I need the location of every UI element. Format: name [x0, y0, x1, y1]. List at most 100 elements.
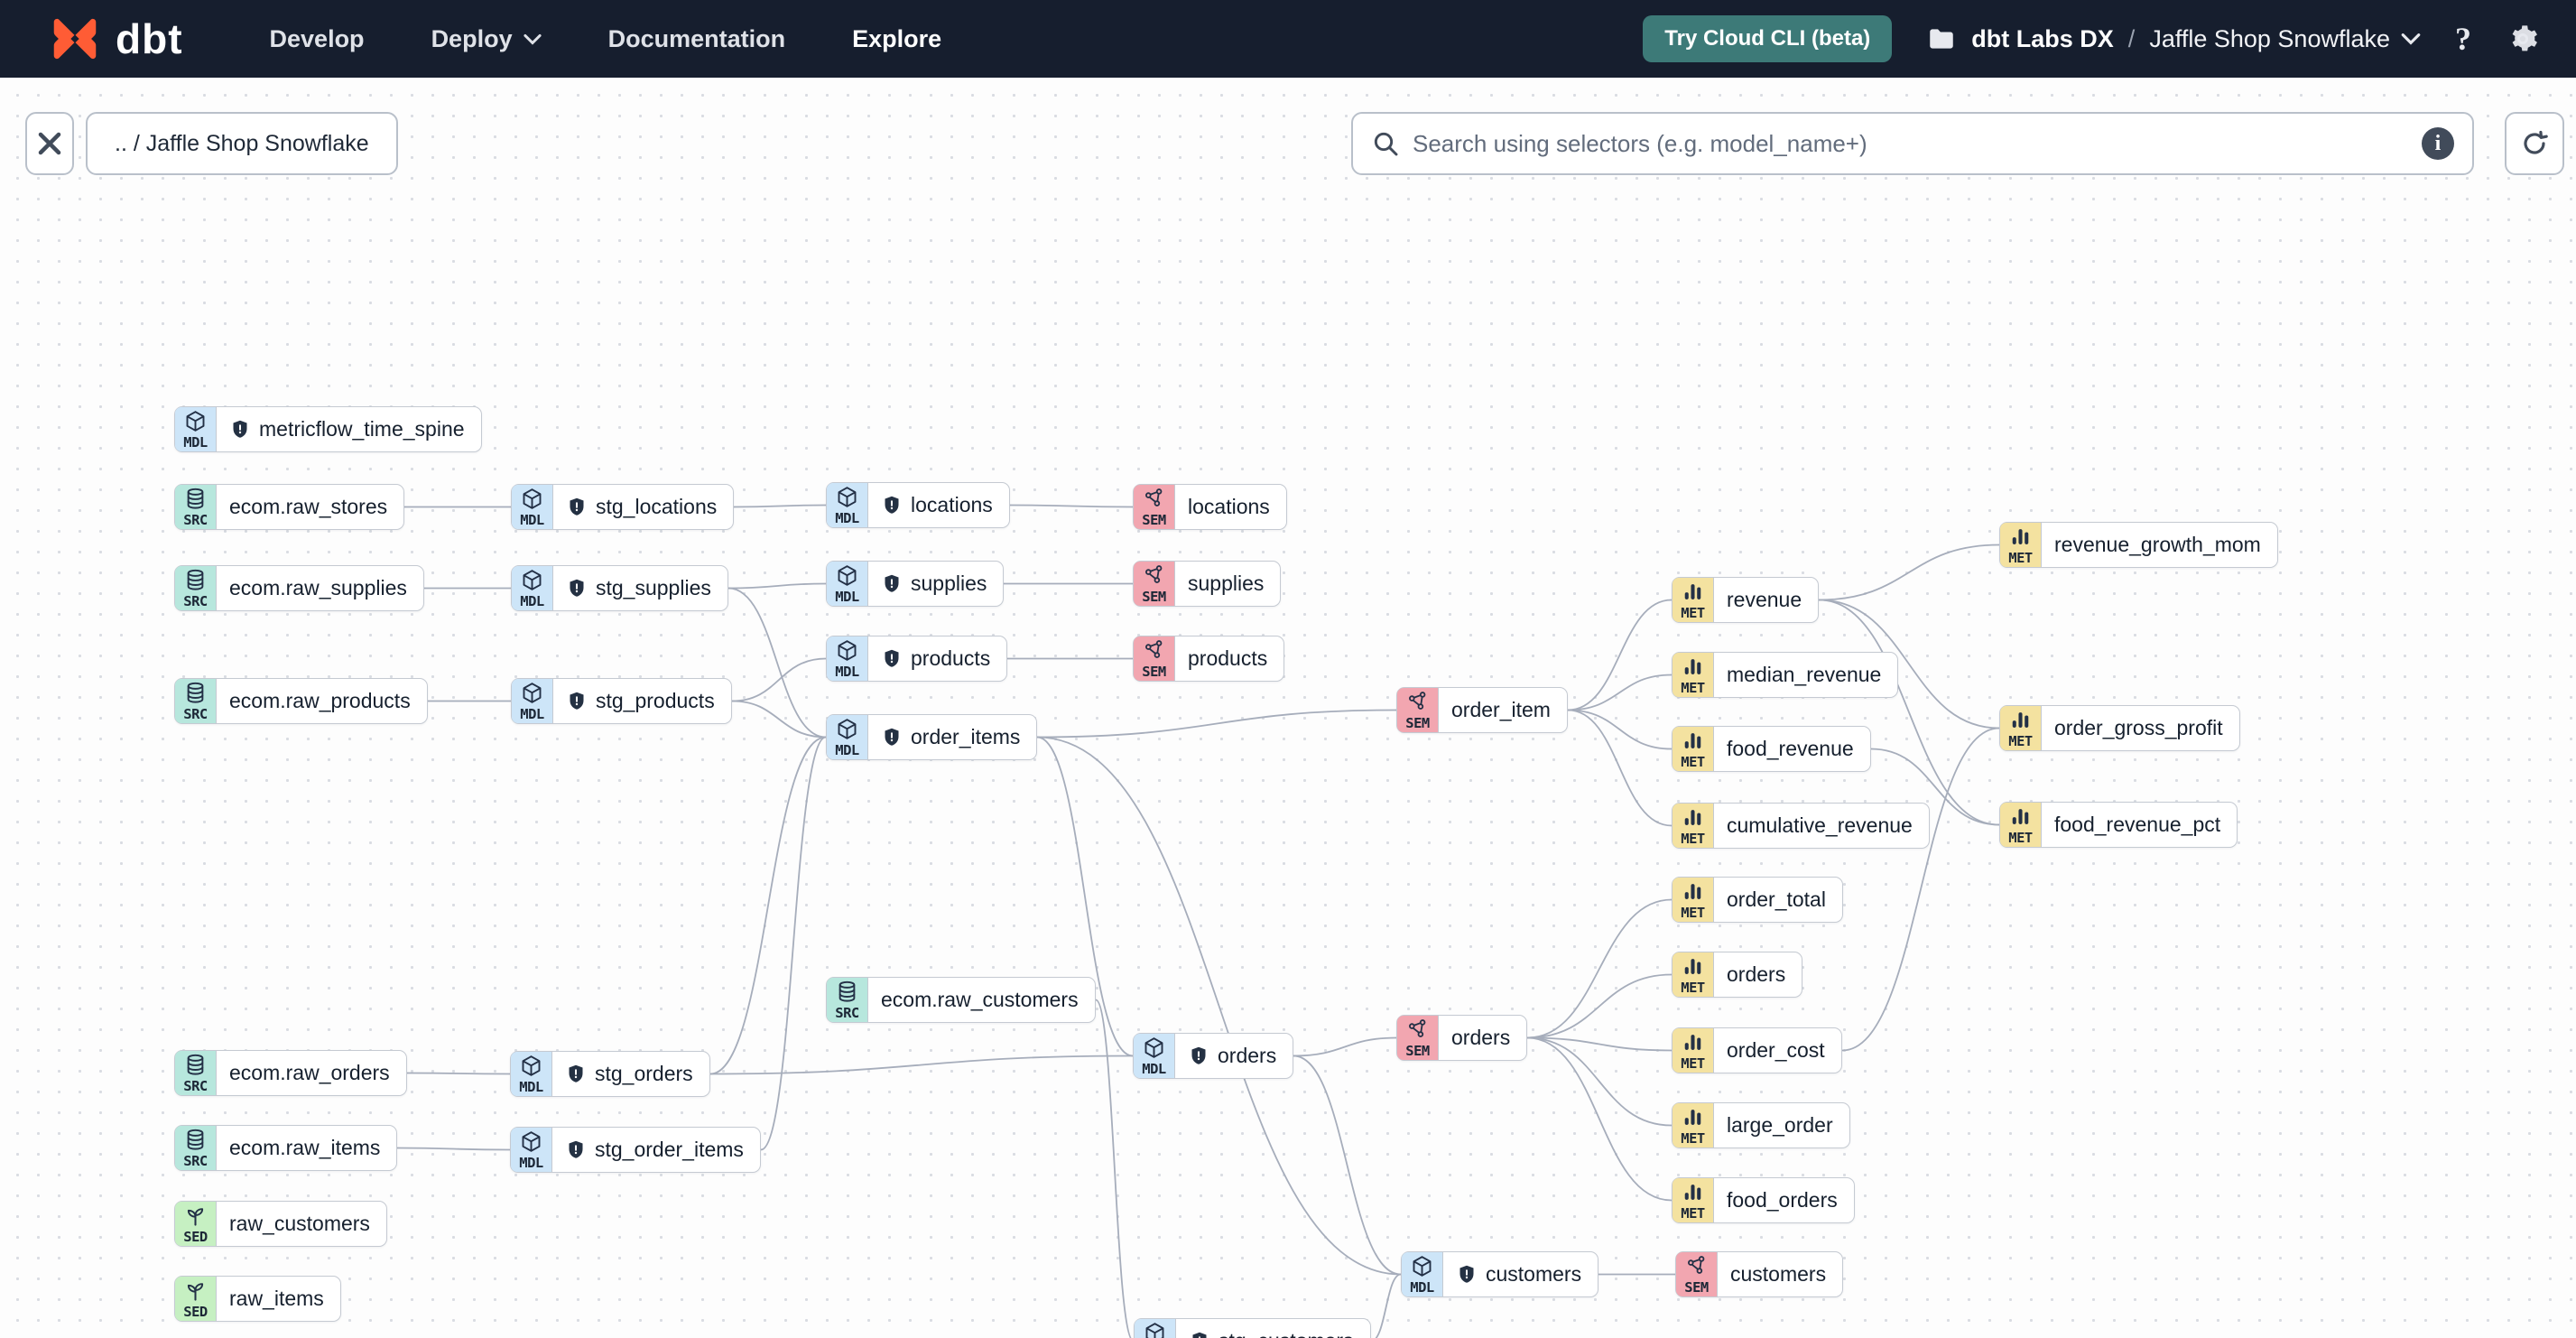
folder-icon — [1926, 23, 1957, 54]
node-label: revenue — [1727, 588, 1802, 611]
top-navbar: dbt Develop Deploy Documentation Explore Tr… — [0, 0, 2576, 78]
node-label: raw_items — [229, 1287, 324, 1310]
mdl-badge: MDL — [512, 485, 553, 529]
node-label: revenue_growth_mom — [2054, 533, 2261, 556]
nav-item-documentation[interactable]: Documentation — [608, 25, 786, 53]
node-mts[interactable]: MDL metricflow_time_spine — [174, 406, 482, 452]
refresh-icon — [2524, 130, 2548, 154]
node-products_m[interactable]: MDL products — [826, 636, 1008, 682]
nav-item-develop[interactable]: Develop — [270, 25, 365, 53]
node-median_revenue[interactable]: MET median_revenue — [1672, 652, 1899, 698]
node-src_customers[interactable]: SRC ecom.raw_customers — [826, 977, 1096, 1023]
shield-icon — [881, 648, 903, 670]
node-products_s[interactable]: SEM products — [1133, 636, 1285, 682]
lineage-canvas[interactable]: MDL metricflow_time_spine SRC ecom.raw_stor… — [0, 78, 2576, 1338]
node-label: customers — [1730, 1262, 1827, 1286]
node-orders_m[interactable]: MDL orders — [1133, 1033, 1294, 1079]
node-orders_s[interactable]: SEM orders — [1396, 1015, 1528, 1061]
node-customers_s[interactable]: SEM customers — [1675, 1251, 1844, 1297]
node-stg_products[interactable]: MDL stg_products — [511, 678, 732, 724]
settings-gear-icon[interactable] — [2506, 22, 2540, 56]
node-food_revenue[interactable]: MET food_revenue — [1672, 726, 1871, 772]
node-supplies_m[interactable]: MDL supplies — [826, 561, 1005, 607]
node-orders_met[interactable]: MET orders — [1672, 952, 1803, 998]
src-badge: SRC — [175, 566, 217, 610]
node-stg_order_items[interactable]: MDL stg_order_items — [510, 1127, 761, 1173]
node-stg_orders[interactable]: MDL stg_orders — [510, 1051, 710, 1097]
selector-search: i — [1351, 112, 2474, 175]
node-label: median_revenue — [1727, 663, 1882, 686]
node-order_item_s[interactable]: SEM order_item — [1396, 687, 1568, 733]
node-seed_customers[interactable]: SED raw_customers — [174, 1201, 387, 1247]
node-label: stg_customers — [1219, 1329, 1354, 1338]
node-revenue[interactable]: MET revenue — [1672, 577, 1820, 623]
node-label: ecom.raw_stores — [229, 495, 388, 518]
node-supplies_s[interactable]: SEM supplies — [1133, 561, 1282, 607]
met-icon — [1681, 954, 1705, 979]
sem-icon — [1142, 638, 1166, 663]
nav-item-deploy[interactable]: Deploy — [431, 25, 542, 53]
help-icon[interactable]: ? — [2455, 20, 2471, 58]
node-label: products — [911, 646, 991, 670]
node-label: raw_customers — [229, 1212, 370, 1235]
src-icon — [183, 1128, 208, 1152]
node-stg_supplies[interactable]: MDL stg_supplies — [511, 565, 728, 611]
mdl-icon — [1143, 1321, 1167, 1338]
node-order_items[interactable]: MDL order_items — [826, 714, 1038, 760]
search-input[interactable] — [1413, 129, 2409, 158]
node-seed_items[interactable]: SED raw_items — [174, 1276, 341, 1322]
node-label: supplies — [1188, 571, 1265, 595]
dbt-logo[interactable]: dbt — [47, 11, 183, 67]
node-src_orders[interactable]: SRC ecom.raw_orders — [174, 1050, 407, 1096]
met-badge: MET — [1673, 952, 1714, 997]
try-cloud-cli-button[interactable]: Try Cloud CLI (beta) — [1643, 15, 1893, 62]
node-order_gross_profit[interactable]: MET order_gross_profit — [1999, 705, 2240, 751]
mdl-badge: MDL — [827, 636, 868, 681]
shield-icon — [1189, 1331, 1210, 1338]
sed-badge: SED — [175, 1202, 217, 1246]
met-icon — [2008, 525, 2033, 549]
met-icon — [2008, 804, 2033, 829]
nav-item-explore[interactable]: Explore — [852, 25, 941, 53]
node-locations_s[interactable]: SEM locations — [1133, 484, 1287, 530]
node-label: order_gross_profit — [2054, 716, 2223, 739]
environment-selector[interactable]: Jaffle Shop Snowflake — [2149, 25, 2421, 53]
refresh-button[interactable] — [2505, 112, 2564, 175]
node-customers_m[interactable]: MDL customers — [1401, 1251, 1599, 1297]
lineage-breadcrumb[interactable]: .. / Jaffle Shop Snowflake — [86, 112, 398, 175]
node-label: ecom.raw_products — [229, 689, 411, 712]
node-stg_customers[interactable]: MDL stg_customers — [1134, 1318, 1371, 1338]
node-label: stg_order_items — [595, 1138, 744, 1161]
node-revenue_growth_mom[interactable]: MET revenue_growth_mom — [1999, 522, 2278, 568]
close-lineage-button[interactable] — [25, 112, 74, 175]
mdl-icon — [835, 563, 859, 588]
node-food_orders[interactable]: MET food_orders — [1672, 1177, 1855, 1223]
node-src_supplies[interactable]: SRC ecom.raw_supplies — [174, 565, 424, 611]
node-stg_locations[interactable]: MDL stg_locations — [511, 484, 735, 530]
mdl-badge: MDL — [511, 1052, 552, 1096]
node-cumulative_revenue[interactable]: MET cumulative_revenue — [1672, 803, 1930, 849]
node-order_total[interactable]: MET order_total — [1672, 877, 1843, 923]
node-food_revenue_pct[interactable]: MET food_revenue_pct — [1999, 802, 2238, 848]
project-name[interactable]: dbt Labs DX — [1971, 25, 2114, 53]
shield-icon — [1456, 1264, 1478, 1286]
mdl-icon — [835, 717, 859, 741]
mdl-badge: MDL — [1402, 1252, 1443, 1296]
shield-icon — [229, 419, 251, 441]
node-large_order[interactable]: MET large_order — [1672, 1102, 1850, 1148]
mdl-badge: MDL — [1135, 1319, 1176, 1338]
node-order_cost[interactable]: MET order_cost — [1672, 1027, 1842, 1073]
src-badge: SRC — [175, 679, 217, 723]
node-locations_m[interactable]: MDL locations — [826, 482, 1010, 528]
node-src_products[interactable]: SRC ecom.raw_products — [174, 678, 428, 724]
met-badge: MET — [1673, 1103, 1714, 1148]
node-src_stores[interactable]: SRC ecom.raw_stores — [174, 484, 405, 530]
node-src_items[interactable]: SRC ecom.raw_items — [174, 1125, 398, 1171]
met-badge: MET — [2000, 706, 2042, 750]
mdl-icon — [835, 485, 859, 509]
info-icon[interactable]: i — [2422, 127, 2454, 160]
met-icon — [1681, 1030, 1705, 1055]
sem-icon — [1405, 1017, 1430, 1042]
mdl-badge: MDL — [512, 679, 553, 723]
met-icon — [1681, 1105, 1705, 1129]
